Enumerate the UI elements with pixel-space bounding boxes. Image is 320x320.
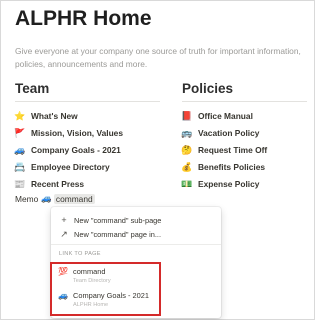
team-item-label: Mission, Vision, Values: [31, 127, 124, 138]
result-title: command: [73, 267, 106, 276]
policies-item-expense[interactable]: 💵 Expense Policy: [181, 176, 267, 193]
team-item-label: Company Goals - 2021: [31, 144, 121, 155]
option-label: New "command" page in...: [74, 230, 161, 239]
policies-item-label: Benefits Policies: [198, 162, 266, 173]
policies-item-label: Expense Policy: [198, 179, 260, 190]
hundred-points-icon: 💯: [58, 267, 68, 276]
policies-heading: Policies: [182, 81, 234, 96]
team-item-company-goals[interactable]: 🚙 Company Goals - 2021: [14, 141, 123, 158]
memo-prefix: Memo: [15, 193, 39, 204]
result-company-goals[interactable]: 🚙 Company Goals - 2021 ALPHR Home: [58, 291, 149, 309]
link-to-page-menu: + New "command" sub-page ↗ New "command"…: [50, 207, 221, 318]
arrow-up-right-icon: ↗: [60, 229, 68, 239]
typed-command[interactable]: command: [53, 193, 95, 204]
team-heading: Team: [15, 81, 50, 96]
car-icon: 🚙: [58, 291, 68, 300]
flag-icon: 🚩: [14, 127, 26, 138]
bus-icon: 🚌: [181, 127, 193, 138]
policies-list: 📕 Office Manual 🚌 Vacation Policy 🤔 Request…: [181, 107, 268, 193]
thinking-face-icon: 🤔: [181, 144, 193, 155]
team-divider: [15, 101, 160, 102]
menu-divider: [51, 244, 221, 245]
money-bag-icon: 💰: [181, 162, 193, 173]
car-icon: 🚙: [41, 193, 52, 203]
result-subtitle: Team Directory: [73, 278, 111, 284]
team-item-label: What's New: [31, 110, 78, 121]
policies-item-benefits[interactable]: 💰 Benefits Policies: [181, 159, 267, 176]
team-item-label: Employee Directory: [31, 162, 110, 173]
team-item-employee-directory[interactable]: 📇 Employee Directory: [14, 159, 123, 176]
car-icon: 🚙: [14, 144, 26, 155]
memo-line[interactable]: Memo 🚙 command: [15, 193, 95, 204]
card-index-icon: 📇: [14, 162, 26, 173]
team-item-label: Recent Press: [31, 179, 85, 190]
option-label: New "command" sub-page: [74, 215, 162, 225]
policies-divider: [182, 101, 307, 102]
page-description: Give everyone at your company one source…: [15, 46, 301, 69]
star-icon: ⭐: [14, 110, 26, 121]
policies-item-label: Request Time Off: [198, 144, 268, 155]
new-page-in-option[interactable]: ↗ New "command" page in...: [59, 229, 161, 240]
result-title: Company Goals - 2021: [73, 291, 149, 300]
book-icon: 📕: [181, 110, 193, 121]
policies-item-vacation[interactable]: 🚌 Vacation Policy: [181, 124, 267, 141]
team-item-recent-press[interactable]: 📰 Recent Press: [14, 176, 123, 193]
policies-item-office-manual[interactable]: 📕 Office Manual: [181, 107, 267, 124]
banknote-icon: 💵: [181, 179, 193, 190]
page-title: ALPHR Home: [15, 7, 152, 30]
newspaper-icon: 📰: [14, 179, 26, 190]
team-item-whats-new[interactable]: ⭐ What's New: [14, 107, 123, 124]
section-label: LINK TO PAGE: [59, 251, 101, 257]
policies-item-label: Office Manual: [198, 110, 253, 121]
plus-icon: +: [61, 215, 67, 225]
policies-item-label: Vacation Policy: [198, 127, 260, 138]
team-item-mission[interactable]: 🚩 Mission, Vision, Values: [14, 124, 124, 141]
result-subtitle: ALPHR Home: [73, 302, 109, 308]
new-sub-page-option[interactable]: + New "command" sub-page: [59, 215, 161, 225]
policies-item-request-time-off[interactable]: 🤔 Request Time Off: [181, 141, 268, 158]
team-list: ⭐ What's New 🚩 Mission, Vision, Values 🚙 Co…: [14, 107, 124, 193]
result-command[interactable]: 💯 command Team Directory: [58, 267, 111, 285]
